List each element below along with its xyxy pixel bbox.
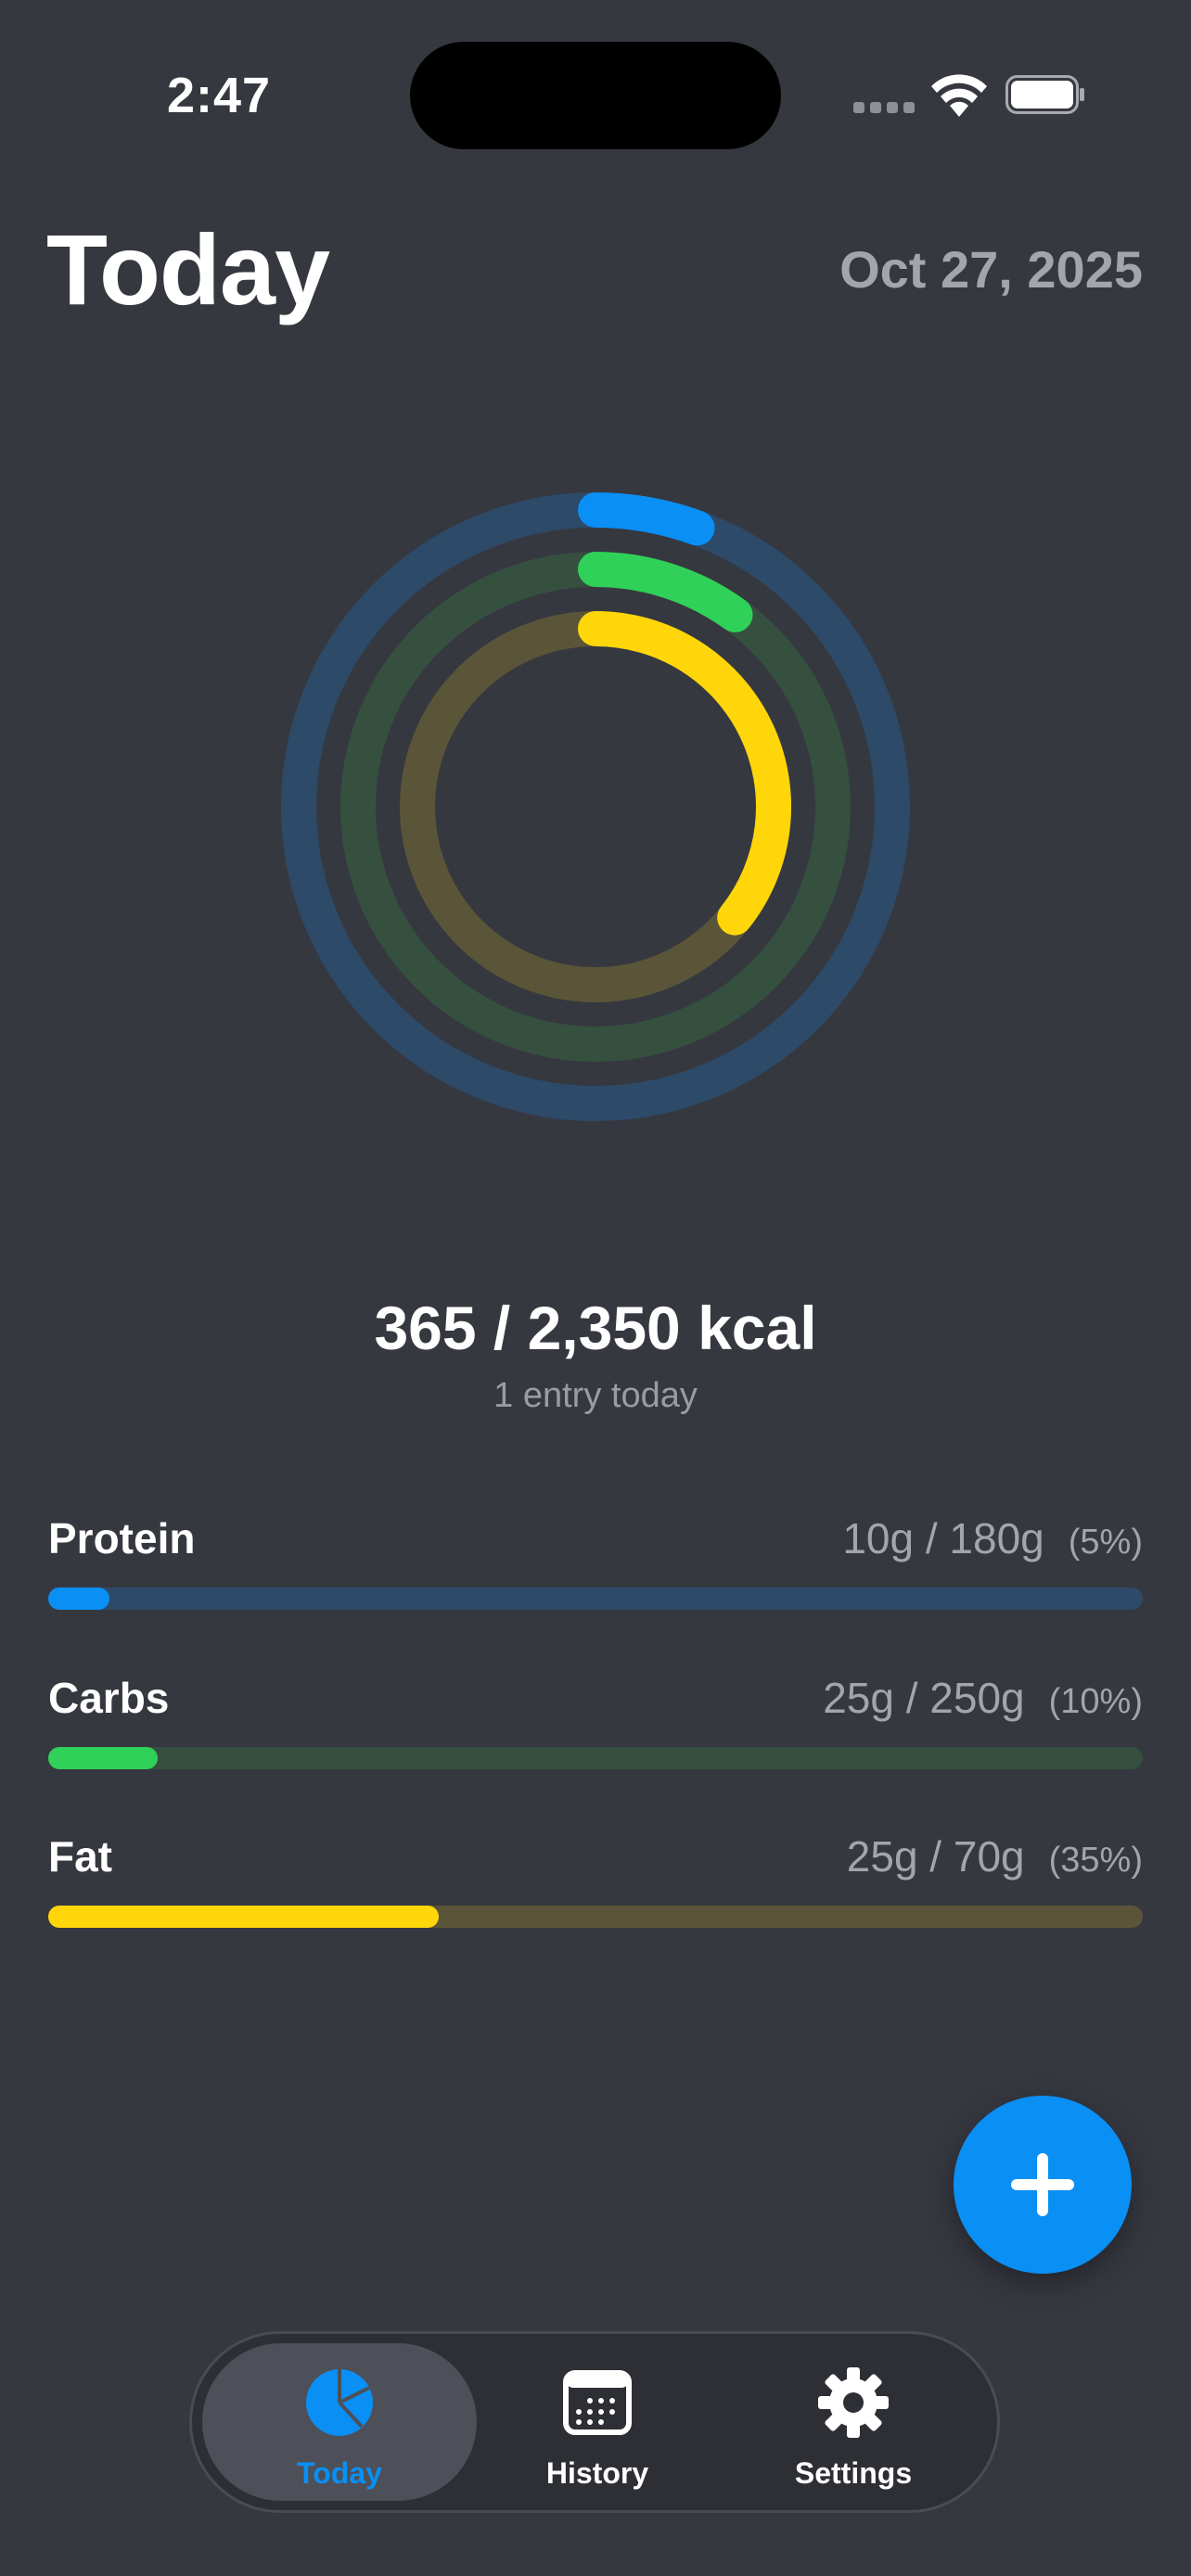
macro-row-carbs: Carbs 25g / 250g (10%) bbox=[48, 1673, 1143, 1784]
progress-bar-fill bbox=[48, 1906, 440, 1928]
tab-bar: Today History Settings bbox=[189, 2331, 1000, 2513]
macro-row-fat: Fat 25g / 70g (35%) bbox=[48, 1831, 1143, 1943]
macro-rings bbox=[281, 492, 910, 1121]
macro-values: 25g / 70g (35%) bbox=[847, 1831, 1143, 1881]
progress-bar-track bbox=[48, 1588, 1143, 1610]
progress-bar-track bbox=[48, 1747, 1143, 1769]
ring-progress-fat bbox=[578, 611, 791, 936]
battery-icon bbox=[1005, 75, 1084, 114]
page-title: Today bbox=[46, 213, 330, 325]
calendar-icon bbox=[563, 2370, 632, 2435]
macro-label: Protein bbox=[48, 1514, 196, 1562]
progress-bar-track bbox=[48, 1906, 1143, 1928]
ring-progress-carbs bbox=[578, 552, 753, 632]
macro-percent: (10%) bbox=[1048, 1682, 1143, 1721]
ring-progress-protein bbox=[578, 492, 715, 546]
macro-values: 25g / 250g (10%) bbox=[823, 1673, 1143, 1723]
status-bar: 2:47 bbox=[0, 0, 1191, 185]
progress-bar-fill bbox=[48, 1747, 158, 1769]
macro-percent: (35%) bbox=[1048, 1841, 1143, 1880]
entry-count: 1 entry today bbox=[493, 1376, 698, 1415]
macro-amount: 25g / 70g bbox=[846, 1832, 1025, 1881]
macro-label: Fat bbox=[48, 1832, 112, 1881]
tab-label: Today bbox=[297, 2456, 382, 2490]
macro-values: 10g / 180g (5%) bbox=[842, 1513, 1143, 1563]
progress-bar-fill bbox=[48, 1588, 109, 1610]
tab-history[interactable]: History bbox=[460, 2343, 735, 2501]
calorie-summary: 365 / 2,350 kcal bbox=[374, 1294, 817, 1362]
macro-percent: (5%) bbox=[1068, 1523, 1143, 1562]
macro-amount: 10g / 180g bbox=[842, 1514, 1044, 1562]
ring-track-protein bbox=[281, 492, 910, 1121]
wifi-icon bbox=[931, 74, 987, 117]
tab-label: History bbox=[545, 2456, 649, 2490]
page-date: Oct 27, 2025 bbox=[839, 240, 1143, 299]
macro-label: Carbs bbox=[48, 1674, 170, 1722]
pie-chart-icon bbox=[306, 2369, 373, 2436]
dynamic-island bbox=[410, 42, 781, 149]
macro-row-protein: Protein 10g / 180g (5%) bbox=[48, 1513, 1143, 1625]
tab-today[interactable]: Today bbox=[202, 2343, 477, 2501]
tab-label: Settings bbox=[794, 2456, 913, 2490]
status-time: 2:47 bbox=[167, 68, 272, 123]
tab-settings[interactable]: Settings bbox=[716, 2343, 991, 2501]
gear-icon bbox=[818, 2367, 889, 2438]
add-entry-button[interactable] bbox=[954, 2096, 1132, 2274]
cellular-signal-icon bbox=[853, 102, 915, 115]
macro-amount: 25g / 250g bbox=[823, 1674, 1025, 1722]
